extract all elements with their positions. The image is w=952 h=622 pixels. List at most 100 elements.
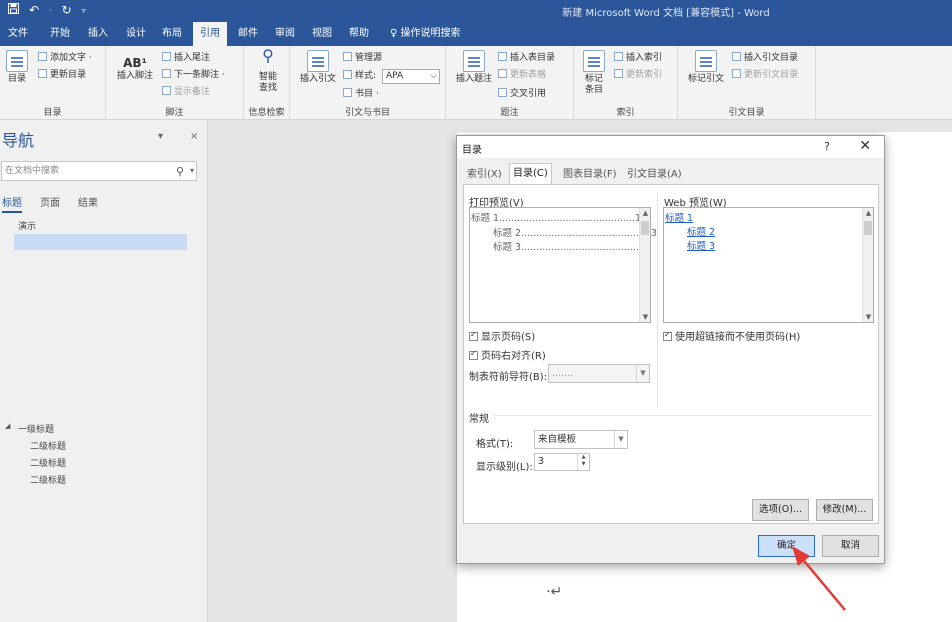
smart-lookup-button[interactable]: ⚲ 智能 查找 — [254, 48, 282, 94]
tab-view[interactable]: 视图 — [308, 22, 336, 46]
tab-design[interactable]: 设计 — [122, 22, 150, 46]
web-preview-link-2[interactable]: 标题 2 — [687, 224, 715, 238]
search-icon[interactable]: ⚲ — [176, 163, 184, 181]
show-page-numbers-checkbox[interactable]: 显示页码(S) — [469, 328, 535, 343]
section-divider — [494, 415, 872, 416]
format-value: 来自模板 — [538, 434, 577, 445]
tab-references[interactable]: 引用 — [193, 22, 227, 46]
toa-group-label: 引文目录 — [728, 108, 765, 118]
options-button[interactable]: 选项(O)... — [752, 499, 809, 521]
scroll-up-icon[interactable]: ▲ — [863, 209, 874, 217]
citation-style-select[interactable]: APA ⌵ — [382, 69, 440, 84]
tab-help[interactable]: 帮助 — [345, 22, 373, 46]
web-preview-scrollbar[interactable]: ▲ ▼ — [862, 208, 873, 322]
toc-group-label: 目录 — [43, 108, 62, 118]
nav-options-icon[interactable]: ▾ — [158, 131, 163, 142]
cancel-button[interactable]: 取消 — [822, 535, 879, 557]
tab-home[interactable]: 开始 — [46, 22, 74, 46]
scroll-up-icon[interactable]: ▲ — [640, 209, 651, 217]
bibliography-icon — [343, 88, 352, 97]
nav-tab-headings[interactable]: 标题 — [2, 194, 22, 213]
nav-heading-item[interactable]: 二级标题 — [30, 473, 66, 486]
mark-entry-label: 标记 条目 — [584, 74, 603, 95]
update-toa-button[interactable]: 更新引文目录 — [732, 68, 798, 82]
insert-caption-button[interactable]: 插入题注 — [454, 50, 494, 85]
next-footnote-label: 下一条脚注 · — [174, 70, 225, 80]
mark-citation-label: 标记引文 — [687, 74, 724, 84]
tab-table-of-figures[interactable]: 图表目录(F) — [559, 164, 621, 184]
captions-group: 插入题注 插入表目录 更新表格 交叉引用 题注 — [446, 46, 574, 120]
insert-citation-button[interactable]: 插入引文 — [298, 50, 338, 85]
update-toc-button[interactable]: 更新目录 — [38, 68, 86, 82]
nav-selected-highlight[interactable] — [14, 234, 187, 250]
tab-toc[interactable]: 目录(C) — [509, 163, 552, 184]
print-preview-line-2: 标题 2....................................… — [493, 228, 657, 239]
tell-me-label: 操作说明搜索 — [400, 28, 461, 39]
nav-heading-item[interactable]: 演示 — [18, 219, 36, 232]
nav-tab-results[interactable]: 结果 — [78, 194, 98, 213]
index-icon — [614, 52, 623, 61]
insert-index-button[interactable]: 插入索引 — [614, 51, 662, 65]
nav-heading-item[interactable]: 二级标题 — [30, 439, 66, 452]
toa-group: 标记引文 插入引文目录 更新引文目录 引文目录 — [678, 46, 816, 120]
update-index-button[interactable]: 更新索引 — [614, 68, 662, 82]
bibliography-button[interactable]: 书目 · — [343, 87, 379, 101]
nav-heading-item[interactable]: 二级标题 — [30, 456, 66, 469]
web-preview-link-3[interactable]: 标题 3 — [687, 238, 715, 252]
insert-endnote-button[interactable]: 插入尾注 — [162, 51, 210, 65]
ok-button[interactable]: 确定 — [758, 535, 815, 557]
tab-insert[interactable]: 插入 — [84, 22, 112, 46]
general-section-label: 常规 — [469, 414, 489, 425]
next-footnote-button[interactable]: 下一条脚注 · — [162, 68, 225, 82]
nav-search-input[interactable]: 在文档中搜索 ⚲ ▾ — [1, 161, 197, 181]
use-hyperlinks-checkbox[interactable]: 使用超链接而不使用页码(H) — [663, 328, 800, 343]
levels-spinner[interactable]: 3 ▲ ▼ — [534, 453, 590, 471]
scroll-thumb[interactable] — [864, 221, 872, 235]
cross-reference-button[interactable]: 交叉引用 — [498, 87, 546, 101]
update-table-button[interactable]: 更新表格 — [498, 68, 546, 82]
chevron-down-icon[interactable]: ▾ — [190, 162, 194, 180]
toc-group: 目录 添加文字 · 更新目录 目录 — [0, 46, 106, 120]
right-align-checkbox[interactable]: 页码右对齐(R) — [469, 347, 546, 362]
format-select[interactable]: 来自模板 ▼ — [534, 430, 628, 449]
captions-group-label: 题注 — [500, 108, 519, 118]
toc-button[interactable]: 目录 — [4, 50, 30, 85]
nav-heading-item[interactable]: 一级标题 — [18, 422, 54, 435]
nav-tab-pages[interactable]: 页面 — [40, 194, 60, 213]
dialog-title-bar: 目录 ? ✕ — [457, 136, 884, 158]
index-group-label: 索引 — [616, 108, 635, 118]
spinner-arrows-icon[interactable]: ▲ ▼ — [577, 454, 589, 470]
nav-search-placeholder: 在文档中搜索 — [5, 166, 60, 176]
insert-footnote-button[interactable]: AB¹ 插入脚注 — [114, 57, 156, 82]
insert-toa-button[interactable]: 插入引文目录 — [732, 51, 798, 65]
insert-tof-button[interactable]: 插入表目录 — [498, 51, 555, 65]
close-icon[interactable]: ✕ — [859, 138, 871, 154]
tab-review[interactable]: 审阅 — [271, 22, 299, 46]
collapse-triangle-icon[interactable]: ◢ — [5, 422, 10, 430]
refresh-icon — [38, 69, 47, 78]
web-preview-link-1[interactable]: 标题 1 — [665, 210, 693, 224]
mark-entry-button[interactable]: 标记 条目 — [580, 50, 608, 96]
tab-mailings[interactable]: 邮件 — [234, 22, 262, 46]
checkbox-checked-icon — [663, 330, 672, 341]
tab-leader-select[interactable]: ....... ▼ — [548, 364, 650, 383]
tell-me-search[interactable]: ♀ 操作说明搜索 — [390, 22, 461, 46]
add-text-button[interactable]: 添加文字 · — [38, 51, 92, 65]
scroll-thumb[interactable] — [641, 221, 649, 235]
mark-citation-button[interactable]: 标记引文 — [684, 50, 728, 85]
manage-sources-button[interactable]: 管理源 — [343, 51, 382, 65]
help-icon[interactable]: ? — [824, 140, 830, 153]
scroll-down-icon[interactable]: ▼ — [863, 313, 874, 321]
show-notes-button[interactable]: 显示备注 — [162, 85, 210, 99]
print-preview-scrollbar[interactable]: ▲ ▼ — [639, 208, 650, 322]
add-text-label: 添加文字 · — [50, 53, 92, 63]
web-preview-box[interactable]: 标题 1 标题 2 标题 3 ▲ ▼ — [663, 207, 874, 323]
tab-file[interactable]: 文件 — [4, 22, 32, 46]
tab-layout[interactable]: 布局 — [158, 22, 186, 46]
tab-table-of-authorities[interactable]: 引文目录(A) — [623, 164, 686, 184]
close-icon[interactable]: × — [190, 131, 198, 142]
scroll-down-icon[interactable]: ▼ — [640, 313, 651, 321]
tab-index[interactable]: 索引(X) — [463, 164, 506, 184]
modify-button[interactable]: 修改(M)... — [816, 499, 873, 521]
print-preview-box[interactable]: 标题 1....................................… — [469, 207, 657, 323]
